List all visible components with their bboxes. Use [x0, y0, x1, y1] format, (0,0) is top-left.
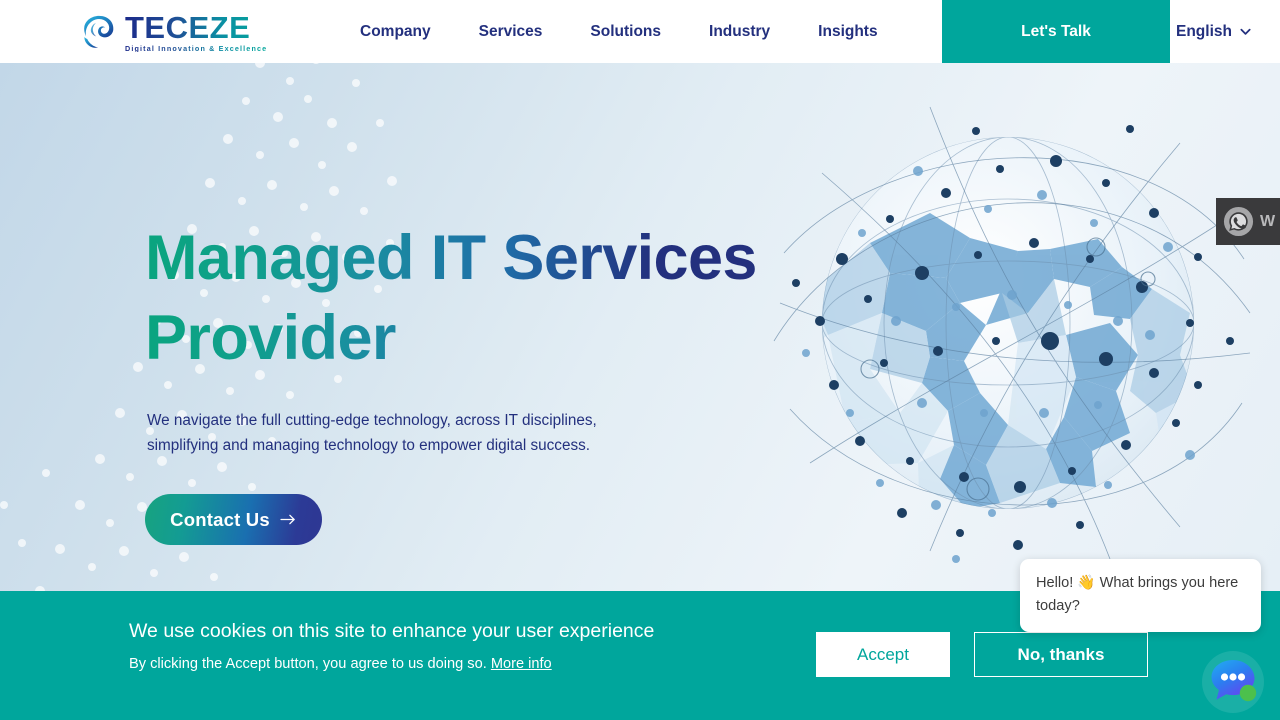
nav-item-company[interactable]: Company	[360, 23, 431, 41]
cookie-banner-text: We use cookies on this site to enhance y…	[129, 618, 769, 675]
cookie-more-info-link[interactable]: More info	[491, 656, 552, 672]
whatsapp-icon	[1223, 206, 1254, 237]
nav-item-solutions[interactable]: Solutions	[590, 23, 661, 41]
page-root: TECEZE Digital Innovation & Excellence C…	[0, 0, 1280, 720]
logo-text: TECEZE Digital Innovation & Excellence	[125, 12, 267, 52]
chat-greeting-text: Hello! 👋 What brings you here today?	[1036, 575, 1239, 614]
hero-subtitle-line2: simplifying and managing technology to e…	[147, 437, 590, 454]
contact-us-button[interactable]: Contact Us	[145, 494, 322, 545]
site-logo[interactable]: TECEZE Digital Innovation & Excellence	[80, 9, 267, 55]
site-header: TECEZE Digital Innovation & Excellence C…	[0, 0, 1280, 63]
nav-item-industry[interactable]: Industry	[709, 23, 770, 41]
nav-item-services[interactable]: Services	[479, 23, 543, 41]
cookie-banner-description: By clicking the Accept button, you agree…	[129, 653, 769, 675]
hero-title: Managed IT Services Provider	[145, 218, 825, 378]
lets-talk-button[interactable]: Let's Talk	[942, 0, 1170, 63]
hero-content: Managed IT Services Provider We navigate…	[145, 63, 845, 591]
cookie-accept-button[interactable]: Accept	[816, 632, 950, 677]
nav-item-insights[interactable]: Insights	[818, 23, 877, 41]
hero-subtitle-line1: We navigate the full cutting-edge techno…	[147, 412, 597, 429]
chat-launcher-button[interactable]	[1199, 648, 1267, 716]
cookie-banner-title: We use cookies on this site to enhance y…	[129, 620, 655, 642]
hero-section: Managed IT Services Provider We navigate…	[0, 63, 1280, 591]
cookie-decline-button[interactable]: No, thanks	[974, 632, 1148, 677]
contact-us-label: Contact Us	[170, 508, 270, 530]
cookie-banner-description-text: By clicking the Accept button, you agree…	[129, 656, 487, 672]
main-navigation: Company Services Solutions Industry Insi…	[360, 0, 878, 63]
lets-talk-label: Let's Talk	[1021, 22, 1091, 40]
chevron-down-icon	[1240, 28, 1251, 35]
chat-bubble-icon	[1202, 651, 1264, 713]
swirl-icon	[84, 15, 114, 48]
whatsapp-widget-tab[interactable]: W	[1216, 198, 1280, 245]
arrow-right-icon	[280, 514, 295, 525]
language-selector[interactable]: English	[1176, 0, 1252, 63]
whatsapp-label: W	[1260, 212, 1276, 230]
chat-greeting-bubble: Hello! 👋 What brings you here today?	[1020, 559, 1261, 632]
logo-tagline: Digital Innovation & Excellence	[125, 43, 268, 53]
hero-subtitle: We navigate the full cutting-edge techno…	[147, 408, 667, 458]
logo-wordmark: TECEZE	[125, 12, 267, 43]
language-label: English	[1176, 22, 1232, 40]
